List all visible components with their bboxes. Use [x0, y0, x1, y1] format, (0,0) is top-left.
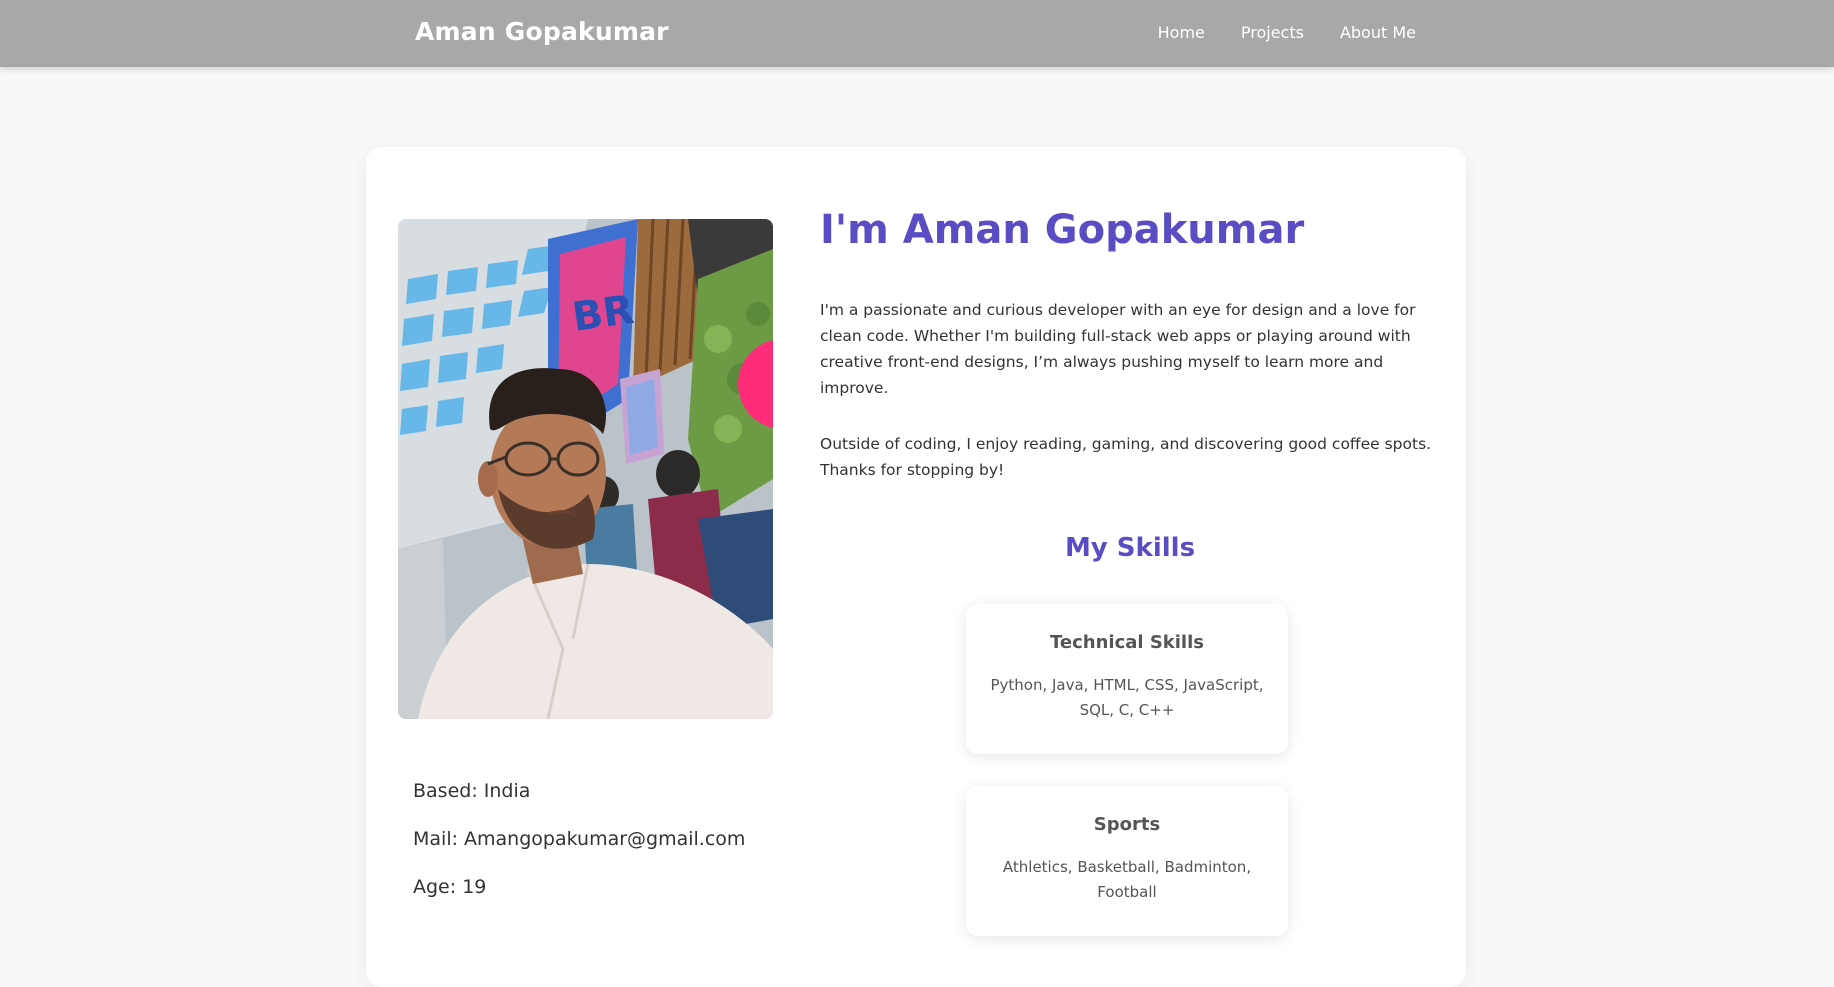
profile-photo: ВR — [398, 219, 773, 719]
page-title: I'm Aman Gopakumar — [820, 207, 1305, 253]
personal-info: Based: India Mail: Amangopakumar@gmail.c… — [413, 767, 745, 911]
skills-heading: My Skills — [1064, 533, 1196, 563]
skill-card-body: Athletics, Basketball, Badminton, Footba… — [1002, 858, 1252, 901]
skill-card-sports: Sports Athletics, Basketball, Badminton,… — [966, 786, 1288, 936]
navbar: Aman Gopakumar Home Projects About Me — [0, 0, 1834, 67]
profile-photo-image: ВR — [398, 219, 773, 719]
bio-paragraph-2: Outside of coding, I enjoy reading, gami… — [820, 435, 1432, 479]
skill-card-body: Python, Java, HTML, CSS, JavaScript, SQL… — [990, 676, 1264, 719]
svg-text:ВR: ВR — [570, 287, 637, 341]
location-text: Based: India — [413, 780, 531, 802]
nav-home-link[interactable]: Home — [1158, 23, 1205, 42]
skill-card-title: Technical Skills — [1050, 632, 1204, 653]
about-card: ВR Based: India Mail: Amangopakumar@gmai… — [366, 147, 1466, 987]
age-text: Age: 19 — [413, 876, 487, 898]
bio-paragraph-1: I'm a passionate and curious developer w… — [820, 301, 1416, 397]
skill-card-technical: Technical Skills Python, Java, HTML, CSS… — [966, 604, 1288, 754]
nav-about-link[interactable]: About Me — [1340, 23, 1416, 42]
skill-card-title: Sports — [1093, 814, 1161, 835]
nav-projects-link[interactable]: Projects — [1241, 23, 1304, 42]
email-text: Mail: Amangopakumar@gmail.com — [413, 828, 746, 850]
site-brand[interactable]: Aman Gopakumar — [415, 17, 669, 46]
nav-links: Home Projects About Me — [1158, 23, 1416, 42]
